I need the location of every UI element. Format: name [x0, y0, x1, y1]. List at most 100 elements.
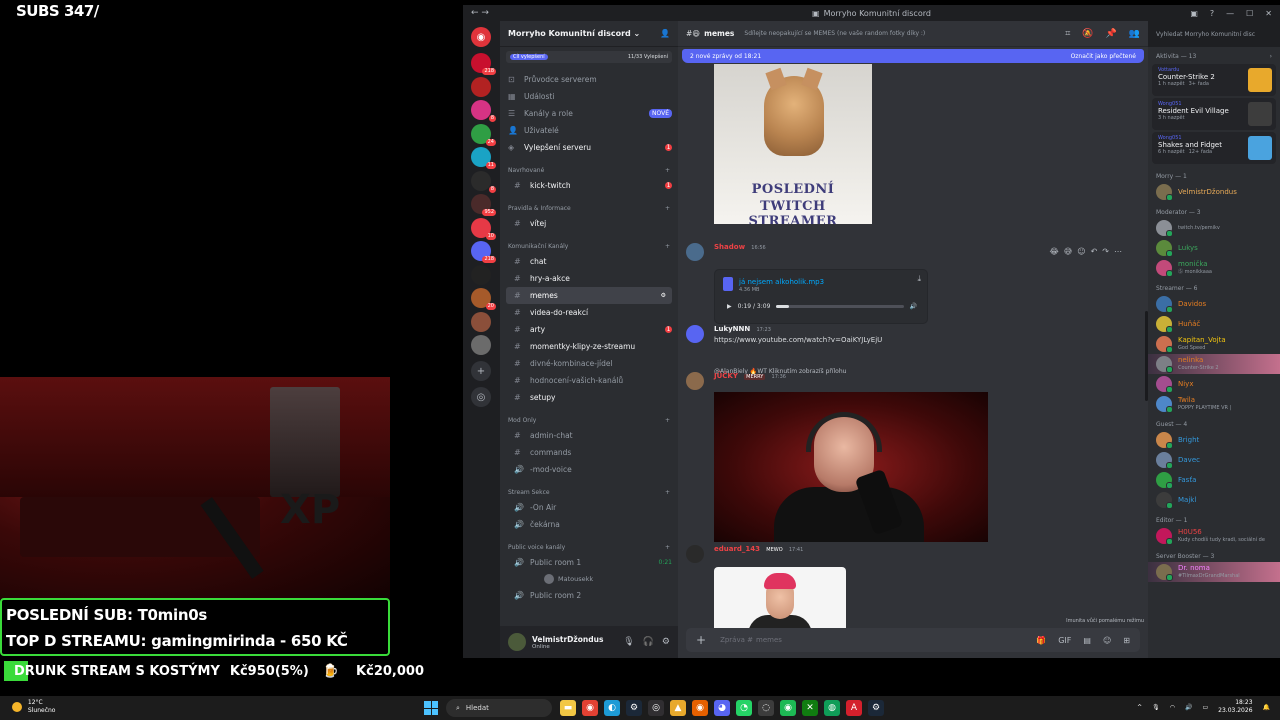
mute-icon[interactable]: 🔕	[1082, 29, 1093, 39]
reaction-emoji-2[interactable]: 😅	[1064, 247, 1072, 256]
member-item[interactable]: H0U56 Kudy chodíš tudy kradi, sociální de	[1148, 526, 1280, 546]
more-icon[interactable]: ⋯	[1114, 247, 1122, 256]
firefox-icon[interactable]: ◉	[692, 700, 708, 716]
reply-icon[interactable]: ↶	[1091, 247, 1098, 256]
member-item[interactable]: Dr. noma #TilmaxDrGrandMarshal	[1148, 562, 1280, 582]
app-icon[interactable]: ◌	[758, 700, 774, 716]
help-icon[interactable]: ?	[1210, 9, 1214, 18]
stream-screenshot-image[interactable]	[714, 392, 988, 542]
channel-category[interactable]: Pravidla & Informace +	[500, 198, 678, 215]
mark-read-button[interactable]: Označit jako přečtené	[1071, 53, 1136, 60]
channel-item[interactable]: 🔊 -mod-voice	[500, 461, 678, 478]
reaction-emoji-1[interactable]: 😂	[1050, 247, 1059, 256]
apps-icon[interactable]: ⊞	[1123, 636, 1130, 645]
channel-item[interactable]: # hry-a-akce	[500, 270, 678, 287]
server-nav-item[interactable]: ⊡ Průvodce serverem	[500, 71, 678, 88]
member-item[interactable]: Huňáč	[1148, 314, 1280, 334]
discord-icon[interactable]: ◕	[714, 700, 730, 716]
headphones-icon[interactable]: 🎧	[643, 637, 654, 647]
member-item[interactable]: Niyx	[1148, 374, 1280, 394]
youtube-link[interactable]: https://www.youtube.com/watch?v=OaiKYJLy…	[714, 336, 882, 344]
channel-category[interactable]: Mod Only +	[500, 410, 678, 427]
channel-category[interactable]: Public voice kanály +	[500, 537, 678, 554]
member-item[interactable]: Davidos	[1148, 294, 1280, 314]
server-icon[interactable]	[471, 335, 491, 355]
channel-item[interactable]: # divné-kombinace-jídel	[500, 355, 678, 372]
add-channel-icon[interactable]: +	[665, 243, 670, 250]
message-author[interactable]: Shadow	[714, 243, 745, 251]
message-author[interactable]: JÜČKY	[714, 372, 738, 380]
channel-item[interactable]: # setupy	[500, 389, 678, 406]
channel-category[interactable]: Komunikační Kanály +	[500, 236, 678, 253]
server-nav-item[interactable]: ☰ Kanály a role NOVÉ	[500, 105, 678, 122]
inbox-icon[interactable]: ▣	[1190, 9, 1198, 18]
maximize-button[interactable]: ☐	[1246, 9, 1253, 18]
nav-arrows[interactable]: ← →	[471, 8, 489, 18]
acrobat-icon[interactable]: A	[846, 700, 862, 716]
channel-item[interactable]: # admin-chat	[500, 427, 678, 444]
gif-icon[interactable]: GIF	[1058, 636, 1071, 645]
server-nav-item[interactable]: 👤 Uživatelé	[500, 122, 678, 139]
activity-card[interactable]: Vottardu Counter-Strike 21 h nazpět 3+ řad…	[1152, 64, 1276, 96]
add-channel-icon[interactable]: +	[665, 205, 670, 212]
channel-item[interactable]: # videa-do-reakcí	[500, 304, 678, 321]
play-icon[interactable]: ▶	[727, 303, 732, 310]
server-icon[interactable]: 952	[471, 194, 496, 216]
add-member-icon[interactable]: 👤	[660, 29, 670, 38]
chevron-up-icon[interactable]: ^	[1137, 704, 1142, 711]
xbox-icon[interactable]: ✕	[802, 700, 818, 716]
activity-card[interactable]: Wong051 Resident Evil Village 3 h nazpět	[1152, 98, 1276, 130]
message-author[interactable]: LukyNNN	[714, 325, 750, 333]
threads-icon[interactable]: ⌗	[1065, 29, 1070, 39]
add-server-icon[interactable]: +	[471, 361, 491, 381]
server-icon[interactable]: 10	[471, 217, 496, 240]
server-header[interactable]: Morryho Komunitní discord ⌄ 👤	[500, 21, 678, 47]
channel-item[interactable]: # momentky-klipy-ze-streamu	[500, 338, 678, 355]
audio-filename[interactable]: já nejsem alkoholik.mp3	[739, 278, 824, 286]
channel-topic[interactable]: Sdílejte neopakující se MEMES (ne vaše r…	[744, 30, 925, 37]
minimize-button[interactable]: —	[1226, 9, 1234, 18]
server-icon[interactable]: 218	[471, 241, 496, 263]
wifi-icon[interactable]: ◠	[1170, 704, 1175, 711]
member-item[interactable]: twitch.tv/pemikv	[1148, 218, 1280, 238]
channel-item[interactable]: 🔊 -On Air	[500, 499, 678, 516]
volume-icon[interactable]: 🔊	[910, 303, 917, 310]
member-item[interactable]: monička Ⓢ monikkaaa	[1148, 258, 1280, 278]
channel-item[interactable]: # kick-twitch 1	[500, 177, 678, 194]
avatar[interactable]	[686, 545, 704, 563]
channel-category[interactable]: Stream Sekce +	[500, 482, 678, 499]
attach-plus-icon[interactable]: +	[696, 633, 706, 647]
home-icon[interactable]: ◉	[471, 27, 491, 47]
avatar[interactable]	[508, 633, 526, 651]
channel-item[interactable]: # chat	[500, 253, 678, 270]
pin-icon[interactable]: 📌	[1106, 29, 1117, 39]
channel-item[interactable]: # commands	[500, 444, 678, 461]
member-item[interactable]: Davec	[1148, 450, 1280, 470]
add-reaction-icon[interactable]: ☺	[1077, 247, 1085, 256]
member-item[interactable]: VelmistrDžondus	[1148, 182, 1280, 202]
file-explorer-icon[interactable]: ▬	[560, 700, 576, 716]
member-item[interactable]: Kapitan_Vojta God Speed	[1148, 334, 1280, 354]
spotify-icon[interactable]: ◉	[780, 700, 796, 716]
taskbar-search[interactable]: ⌕ Hledat	[446, 699, 552, 717]
chevron-right-icon[interactable]: ›	[1270, 53, 1272, 60]
mic-tray-icon[interactable]: 🎙	[1152, 704, 1160, 711]
download-icon[interactable]: ⤓	[917, 274, 921, 284]
server-nav-item[interactable]: ◈ Vylepšení serveru 1	[500, 139, 678, 156]
add-channel-icon[interactable]: +	[665, 544, 670, 551]
settings-gear-icon[interactable]: ⚙	[662, 637, 670, 647]
meme-image-kitten[interactable]: POSLEDNÍ TWITCH STREAMER	[714, 64, 872, 224]
edge-icon[interactable]: ◐	[604, 700, 620, 716]
avatar[interactable]	[686, 325, 704, 343]
server-icon[interactable]: 20	[471, 288, 496, 310]
notification-bell-icon[interactable]: 🔔	[1263, 704, 1270, 711]
audio-seek-bar[interactable]	[776, 305, 904, 308]
server-icon[interactable]	[471, 264, 491, 285]
sticker-icon[interactable]: ▤	[1083, 636, 1091, 645]
server-icon[interactable]: 218	[471, 53, 496, 75]
member-item[interactable]: Fasťa	[1148, 470, 1280, 490]
clock[interactable]: 18:23 23.03.2026	[1218, 699, 1252, 715]
members-icon[interactable]: 👥	[1129, 29, 1140, 39]
member-item[interactable]: Lukys	[1148, 238, 1280, 258]
boost-goal-bar[interactable]: Cíl vylepšení 11/33 Vylepšení	[506, 51, 672, 63]
